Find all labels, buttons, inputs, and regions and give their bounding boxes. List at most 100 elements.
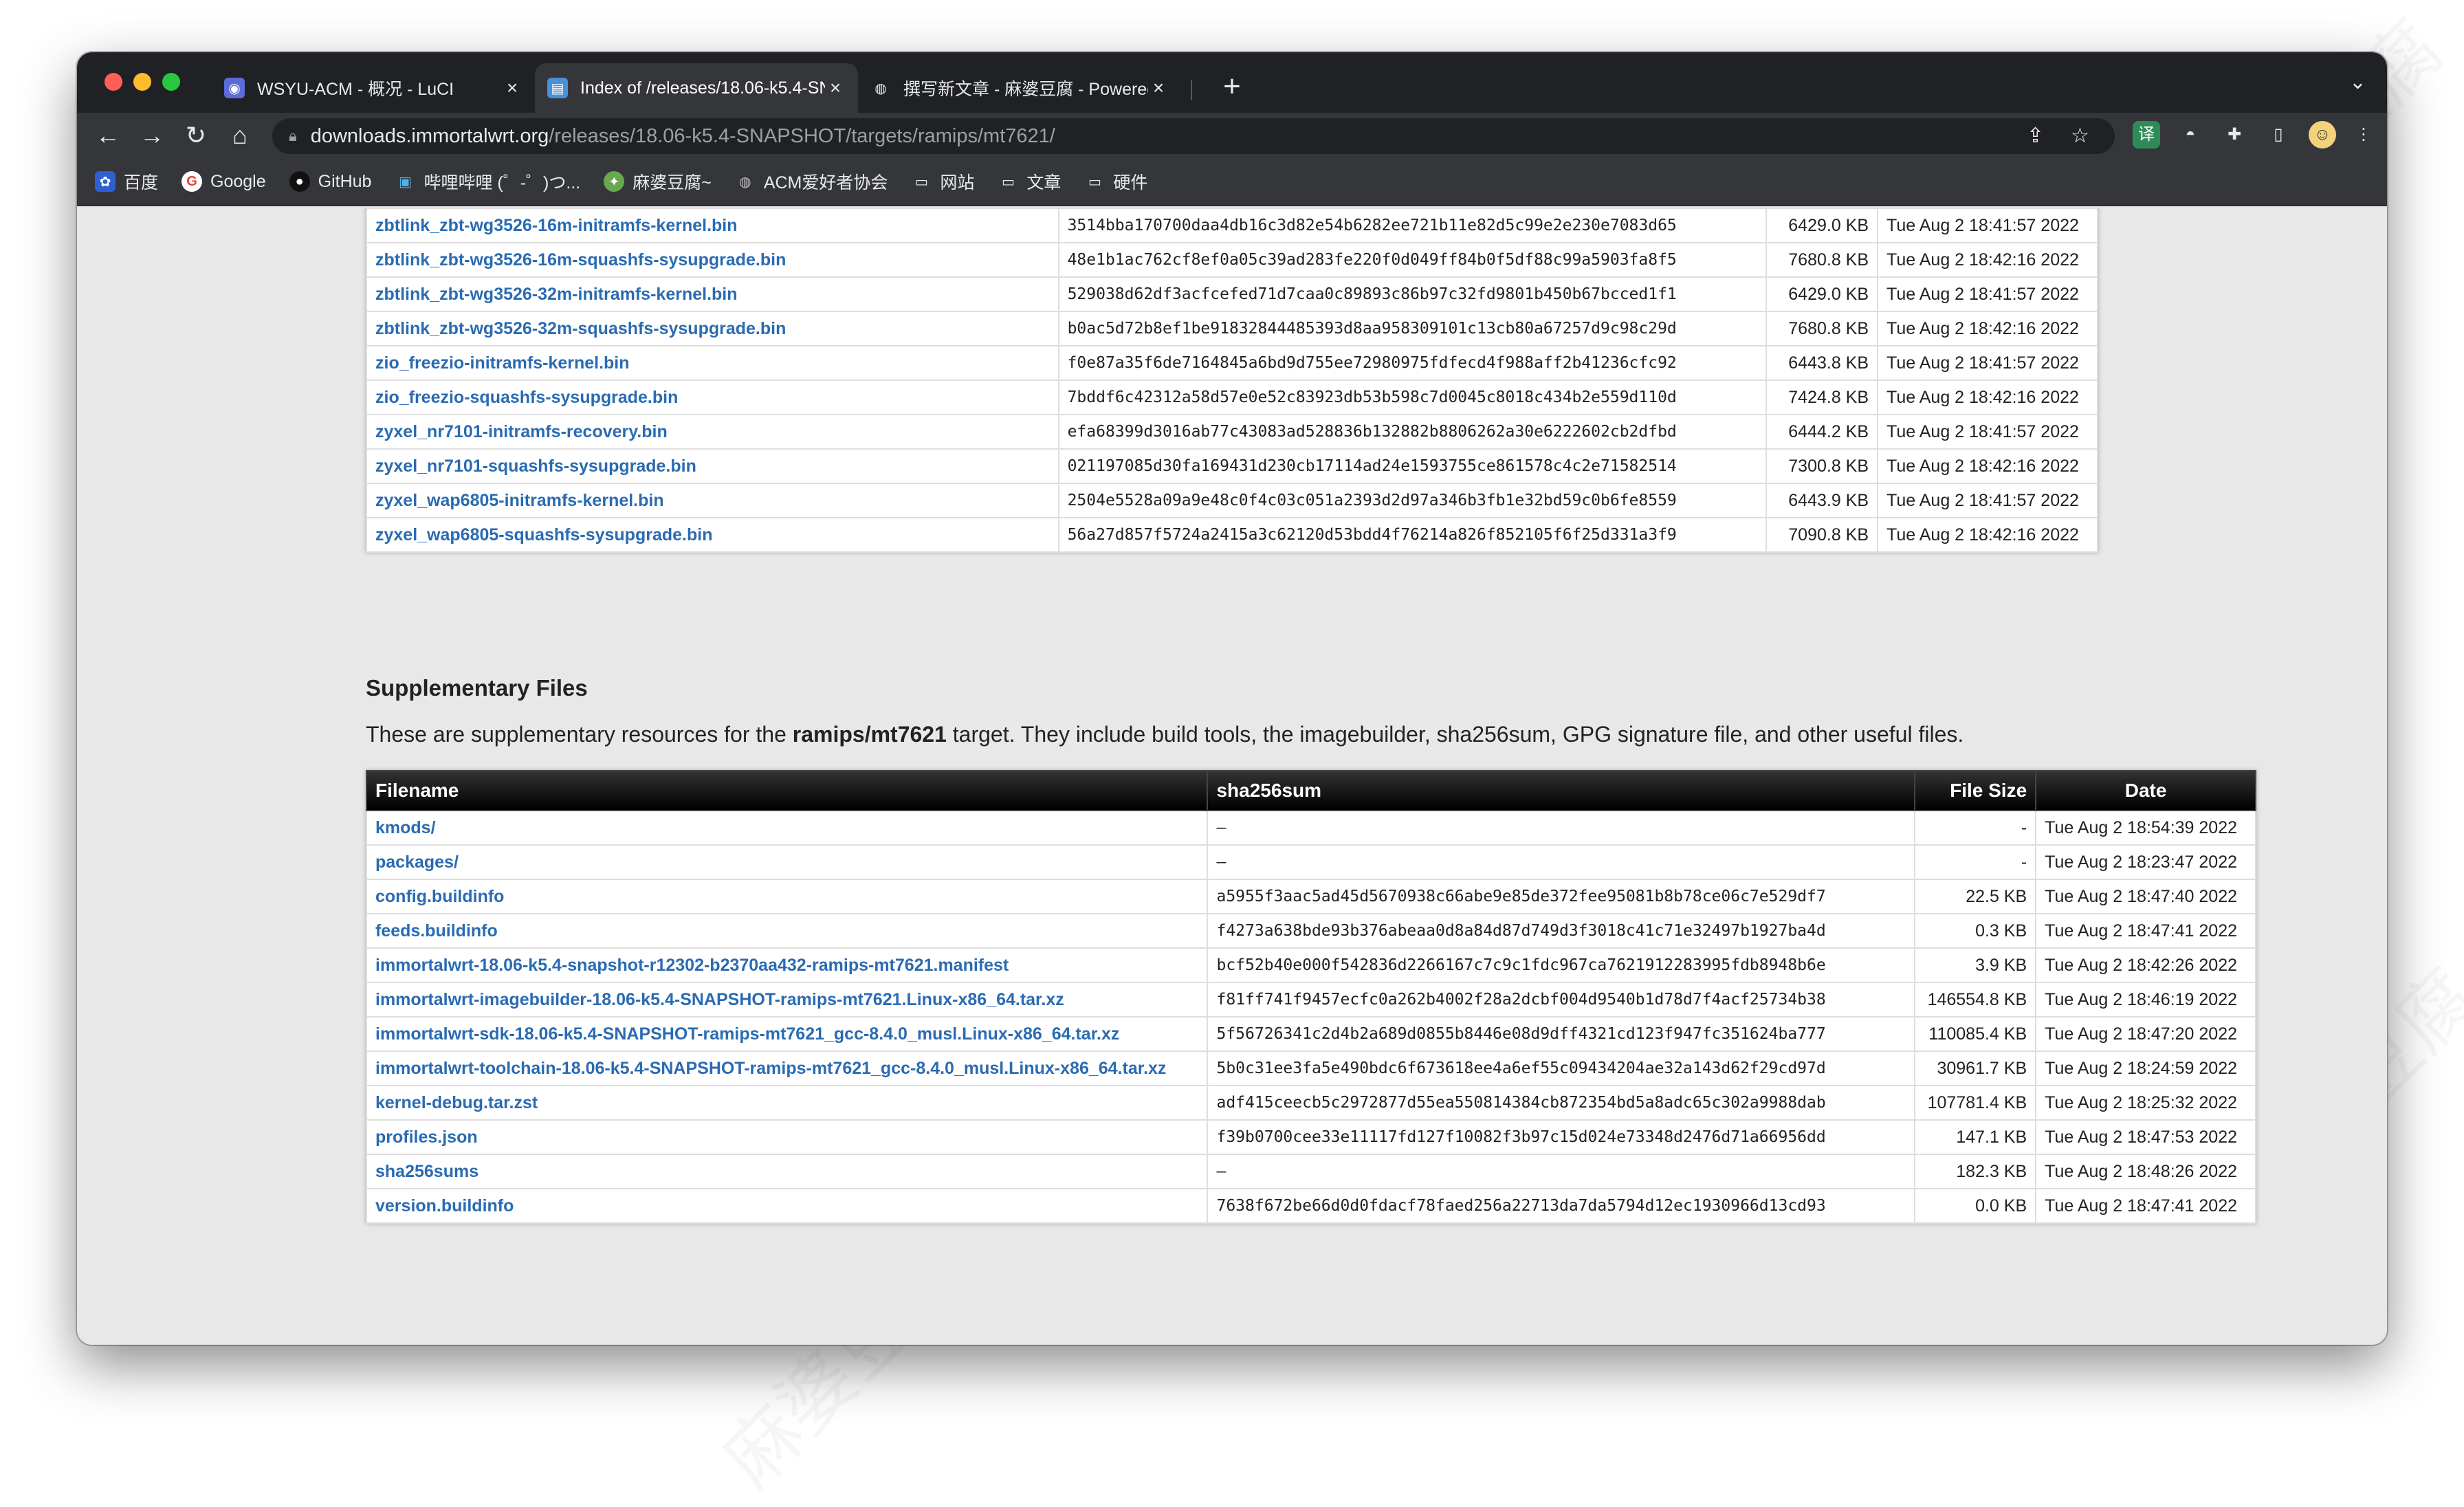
file-date: Tue Aug 2 18:42:16 2022 [1877, 448, 2098, 484]
reload-icon[interactable]: ↻ [180, 120, 212, 151]
maximize-window-button[interactable] [162, 73, 180, 91]
file-link[interactable]: immortalwrt-toolchain-18.06-k5.4-SNAPSHO… [375, 1059, 1166, 1078]
file-link[interactable]: zbtlink_zbt-wg3526-32m-squashfs-sysupgra… [375, 319, 786, 338]
translate-extension-icon[interactable]: 译 [2133, 121, 2160, 148]
menu-kebab-icon[interactable]: ⋮ [2350, 121, 2377, 148]
column-header-date[interactable]: Date [2035, 770, 2256, 811]
globe-icon: ◍ [739, 174, 751, 190]
tab-search-chevron-icon[interactable]: ⌄ [2349, 70, 2366, 94]
sha256-value: 5f56726341c2d4b2a689d0855b8446e08d9dff43… [1207, 1016, 1916, 1052]
column-header-filename[interactable]: Filename [365, 770, 1209, 811]
address-bar[interactable]: 🔒︎ downloads.immortalwrt.org/releases/18… [272, 118, 2115, 154]
bookmark-google[interactable]: G Google [182, 171, 266, 192]
home-icon[interactable]: ⌂ [224, 120, 256, 151]
bookmark-star-icon[interactable]: ☆ [2071, 124, 2089, 148]
lock-icon: 🔒︎ [289, 127, 297, 144]
file-link[interactable]: zbtlink_zbt-wg3526-16m-initramfs-kernel.… [375, 216, 738, 235]
file-date: Tue Aug 2 18:41:57 2022 [1877, 276, 2098, 312]
file-link[interactable]: kmods/ [375, 818, 436, 837]
bookmark-folder-articles[interactable]: ▭ 文章 [998, 169, 1061, 194]
file-link[interactable]: kernel-debug.tar.zst [375, 1093, 538, 1112]
file-size: 6429.0 KB [1766, 276, 1879, 312]
file-link[interactable]: packages/ [375, 852, 459, 872]
bookmark-github[interactable]: ● GitHub [289, 171, 371, 192]
filename-cell: zyxel_nr7101-initramfs-recovery.bin [366, 414, 1059, 450]
forward-arrow-icon[interactable]: → [136, 120, 168, 151]
file-size: 3.9 KB [1914, 947, 2037, 983]
file-link[interactable]: zyxel_wap6805-squashfs-sysupgrade.bin [375, 525, 712, 544]
github-icon: ● [289, 171, 310, 192]
folder-icon: ▭ [1088, 174, 1101, 190]
side-panel-icon[interactable]: ▯ [2265, 121, 2292, 148]
file-date: Tue Aug 2 18:47:41 2022 [2035, 913, 2256, 949]
incognito-extension-icon[interactable]: ◓ [2177, 121, 2204, 148]
file-size: 7680.8 KB [1766, 242, 1879, 278]
column-header-file-size[interactable]: File Size [1914, 770, 2037, 811]
file-date: Tue Aug 2 18:47:53 2022 [2035, 1119, 2256, 1155]
extensions-puzzle-icon[interactable]: ✚ [2221, 121, 2248, 148]
tab-close-icon[interactable]: × [1148, 77, 1169, 99]
table-row: immortalwrt-imagebuilder-18.06-k5.4-SNAP… [365, 982, 2256, 1018]
bookmark-mapo-tofu[interactable]: ✦ 麻婆豆腐~ [604, 169, 712, 194]
images-table-body: zbtlink_zbt-wg3526-16m-initramfs-kernel.… [366, 208, 2098, 553]
file-date: Tue Aug 2 18:47:40 2022 [2035, 879, 2256, 914]
file-link[interactable]: sha256sums [375, 1162, 478, 1181]
tab-strip: ◉ WSYU-ACM - 概况 - LuCI × ▤ Index of /rel… [77, 52, 2387, 113]
tab-close-icon[interactable]: × [825, 77, 846, 99]
file-size: 6444.2 KB [1766, 414, 1879, 450]
file-link[interactable]: zio_freezio-squashfs-sysupgrade.bin [375, 388, 678, 407]
file-date: Tue Aug 2 18:47:20 2022 [2035, 1016, 2256, 1052]
column-header-sha256sum[interactable]: sha256sum [1207, 770, 1916, 811]
sha256-value: – [1207, 844, 1916, 880]
table-row: zyxel_nr7101-squashfs-sysupgrade.bin 0211… [366, 448, 2098, 484]
file-link[interactable]: zyxel_nr7101-squashfs-sysupgrade.bin [375, 456, 696, 476]
tab-wordpress[interactable]: ◍ 撰写新文章 - 麻婆豆腐 - Powered by WordPress × [858, 63, 1181, 113]
bookmark-folder-websites[interactable]: ▭ 网站 [911, 169, 974, 194]
supplementary-description: These are supplementary resources for th… [366, 722, 1964, 747]
images-table: zbtlink_zbt-wg3526-16m-initramfs-kernel.… [366, 208, 2098, 553]
close-window-button[interactable] [104, 73, 122, 91]
file-link[interactable]: config.buildinfo [375, 887, 504, 906]
tab-close-icon[interactable]: × [502, 77, 522, 99]
file-link[interactable]: feeds.buildinfo [375, 921, 498, 940]
bookmark-acm[interactable]: ◍ ACM爱好者协会 [735, 169, 888, 194]
filename-cell: zyxel_wap6805-squashfs-sysupgrade.bin [366, 517, 1059, 553]
back-arrow-icon[interactable]: ← [92, 120, 124, 151]
browser-toolbar: ← → ↻ ⌂ 🔒︎ downloads.immortalwrt.org/rel… [77, 113, 2387, 158]
tab-luci[interactable]: ◉ WSYU-ACM - 概况 - LuCI × [212, 63, 535, 113]
page-viewport[interactable]: zbtlink_zbt-wg3526-16m-initramfs-kernel.… [77, 208, 2387, 1345]
supplementary-table-body: kmods/– - Tue Aug 2 18:54:39 2022 packages/… [365, 810, 2256, 1224]
bookmark-baidu[interactable]: ✿ 百度 [95, 169, 158, 194]
file-link[interactable]: zbtlink_zbt-wg3526-16m-squashfs-sysupgra… [375, 250, 786, 270]
file-date: Tue Aug 2 18:42:16 2022 [1877, 380, 2098, 415]
minimize-window-button[interactable] [133, 73, 151, 91]
file-date: Tue Aug 2 18:48:26 2022 [2035, 1154, 2256, 1189]
file-link[interactable]: profiles.json [375, 1128, 478, 1147]
file-link[interactable]: zbtlink_zbt-wg3526-32m-initramfs-kernel.… [375, 285, 738, 304]
filename-cell: feeds.buildinfo [365, 913, 1209, 949]
file-date: Tue Aug 2 18:24:59 2022 [2035, 1050, 2256, 1086]
bookmark-bilibili[interactable]: ▣ 哔哩哔哩 (゜-゜)つ... [395, 169, 580, 194]
file-link[interactable]: zyxel_wap6805-initramfs-kernel.bin [375, 491, 664, 510]
file-date: Tue Aug 2 18:42:16 2022 [1877, 242, 2098, 278]
table-header-row: Filename sha256sum File Size Date [365, 770, 2256, 811]
file-date: Tue Aug 2 18:42:26 2022 [2035, 947, 2256, 983]
filename-cell: zio_freezio-initramfs-kernel.bin [366, 345, 1059, 381]
file-link[interactable]: immortalwrt-imagebuilder-18.06-k5.4-SNAP… [375, 990, 1064, 1009]
file-link[interactable]: immortalwrt-sdk-18.06-k5.4-SNAPSHOT-rami… [375, 1024, 1119, 1044]
sha256-value: – [1207, 810, 1916, 846]
share-icon[interactable]: ⇪ [2027, 124, 2044, 148]
bookmark-folder-hardware[interactable]: ▭ 硬件 [1084, 169, 1147, 194]
tab-index-releases[interactable]: ▤ Index of /releases/18.06-k5.4-SNAPSHOT… [535, 63, 858, 113]
table-row: immortalwrt-toolchain-18.06-k5.4-SNAPSHO… [365, 1050, 2256, 1086]
file-link[interactable]: zio_freezio-initramfs-kernel.bin [375, 353, 630, 373]
filename-cell: zio_freezio-squashfs-sysupgrade.bin [366, 380, 1059, 415]
file-link[interactable]: zyxel_nr7101-initramfs-recovery.bin [375, 422, 668, 441]
table-row: immortalwrt-18.06-k5.4-snapshot-r12302-b… [365, 947, 2256, 983]
file-link[interactable]: immortalwrt-18.06-k5.4-snapshot-r12302-b… [375, 956, 1009, 975]
table-row: packages/ – - Tue Aug 2 18:23:47 2022 [365, 844, 2256, 880]
new-tab-button[interactable]: + [1213, 67, 1251, 106]
filename-cell: version.buildinfo [365, 1188, 1209, 1224]
profile-avatar[interactable]: ☺ [2309, 121, 2336, 148]
file-link[interactable]: version.buildinfo [375, 1196, 514, 1216]
